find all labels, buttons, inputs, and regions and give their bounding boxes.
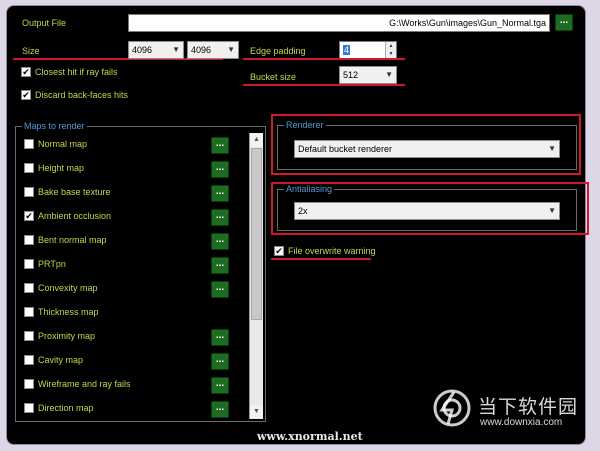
map-label: Ambient occlusion <box>38 211 112 221</box>
bucket-size-highlight <box>243 84 405 86</box>
discard-backfaces-checkbox[interactable]: ✔ <box>21 90 31 100</box>
map-checkbox[interactable] <box>24 355 34 365</box>
map-label: Wireframe and ray fails <box>38 379 131 389</box>
map-options-button[interactable]: ... <box>211 209 229 226</box>
watermark-url: www.downxia.com <box>480 417 563 428</box>
map-options-button[interactable]: ... <box>211 377 229 394</box>
scroll-down-icon[interactable]: ▼ <box>250 405 263 419</box>
map-checkbox[interactable] <box>24 331 34 341</box>
bucket-size-value: 512 <box>343 70 359 80</box>
size-width-value: 4096 <box>132 45 153 55</box>
size-label: Size <box>22 46 40 56</box>
chevron-down-icon: ▼ <box>385 70 393 79</box>
edge-padding-highlight <box>243 58 405 60</box>
closest-hit-label: Closest hit if ray fails <box>35 67 118 77</box>
bucket-size-label: Bucket size <box>250 72 297 82</box>
map-checkbox[interactable] <box>24 163 34 173</box>
map-label: Direction map <box>38 403 94 413</box>
map-checkbox[interactable] <box>24 235 34 245</box>
map-label: Normal map <box>38 139 88 149</box>
watermark-title: 当下软件园 <box>478 397 579 418</box>
map-checkbox[interactable]: ✔ <box>24 211 34 221</box>
map-checkbox[interactable] <box>24 187 34 197</box>
renderer-value: Default bucket renderer <box>298 144 393 154</box>
map-options-button[interactable]: ... <box>211 353 229 370</box>
chevron-down-icon: ▼ <box>172 45 180 54</box>
file-overwrite-label: File overwrite warning <box>288 246 376 256</box>
chevron-down-icon: ▼ <box>548 206 556 215</box>
antialiasing-value: 2x <box>298 206 308 216</box>
map-label: Cavity map <box>38 355 84 365</box>
size-height-select[interactable]: 4096 ▼ <box>187 41 239 59</box>
map-label: Height map <box>38 163 85 173</box>
map-label: Thickness map <box>38 307 99 317</box>
website-link[interactable]: www.xnormal.net <box>257 430 363 443</box>
map-checkbox[interactable] <box>24 139 34 149</box>
map-options-button[interactable]: ... <box>211 185 229 202</box>
renderer-group: Renderer Default bucket renderer ▼ <box>277 120 577 170</box>
map-options-button[interactable]: ... <box>211 401 229 418</box>
output-file-input[interactable]: G:\Works\Gun\images\Gun_Normal.tga <box>128 14 550 32</box>
edge-padding-input[interactable]: 4 ▲ ▼ <box>339 41 397 59</box>
map-options-button[interactable]: ... <box>211 329 229 346</box>
map-label: Proximity map <box>38 331 96 341</box>
map-options-button[interactable]: ... <box>211 233 229 250</box>
antialiasing-group: Antialiasing 2x ▼ <box>277 184 577 231</box>
map-label: Bake base texture <box>38 187 111 197</box>
edge-padding-value: 4 <box>343 45 351 55</box>
map-label: PRTpn <box>38 259 66 269</box>
antialiasing-label: Antialiasing <box>284 184 335 194</box>
map-checkbox[interactable] <box>24 307 34 317</box>
file-overwrite-highlight <box>271 258 371 260</box>
map-options-button[interactable]: ... <box>211 137 229 154</box>
closest-hit-checkbox[interactable]: ✔ <box>21 67 31 77</box>
chevron-down-icon: ▼ <box>548 144 556 153</box>
file-overwrite-checkbox[interactable]: ✔ <box>274 246 284 256</box>
output-file-label: Output File <box>22 18 67 28</box>
map-label: Bent normal map <box>38 235 107 245</box>
size-height-value: 4096 <box>191 45 212 55</box>
size-width-select[interactable]: 4096 ▼ <box>128 41 184 59</box>
map-label: Convexity map <box>38 283 98 293</box>
watermark-logo-icon <box>433 389 471 427</box>
map-checkbox[interactable] <box>24 403 34 413</box>
maps-scrollbar[interactable]: ▲ ▼ <box>249 133 263 419</box>
renderer-select[interactable]: Default bucket renderer ▼ <box>294 140 560 158</box>
map-options-button[interactable]: ... <box>211 257 229 274</box>
renderer-label: Renderer <box>284 120 326 130</box>
antialiasing-select[interactable]: 2x ▼ <box>294 202 560 220</box>
xnormal-settings-panel: Output File G:\Works\Gun\images\Gun_Norm… <box>6 5 589 445</box>
edge-padding-label: Edge padding <box>250 46 306 56</box>
output-file-browse-button[interactable]: ... <box>555 14 573 31</box>
bucket-size-select[interactable]: 512 ▼ <box>339 66 397 84</box>
chevron-down-icon: ▼ <box>227 45 235 54</box>
map-checkbox[interactable] <box>24 379 34 389</box>
map-options-button[interactable]: ... <box>211 161 229 178</box>
map-checkbox[interactable] <box>24 259 34 269</box>
scroll-up-icon[interactable]: ▲ <box>250 133 263 147</box>
spinner-icon[interactable]: ▲ ▼ <box>385 42 396 58</box>
map-options-button[interactable]: ... <box>211 281 229 298</box>
scrollbar-thumb[interactable] <box>251 148 262 320</box>
discard-backfaces-label: Discard back-faces hits <box>35 90 129 100</box>
maps-to-render-label: Maps to render <box>22 121 87 131</box>
map-checkbox[interactable] <box>24 283 34 293</box>
maps-to-render-group: Maps to render Normal map ... Height map… <box>15 121 266 422</box>
